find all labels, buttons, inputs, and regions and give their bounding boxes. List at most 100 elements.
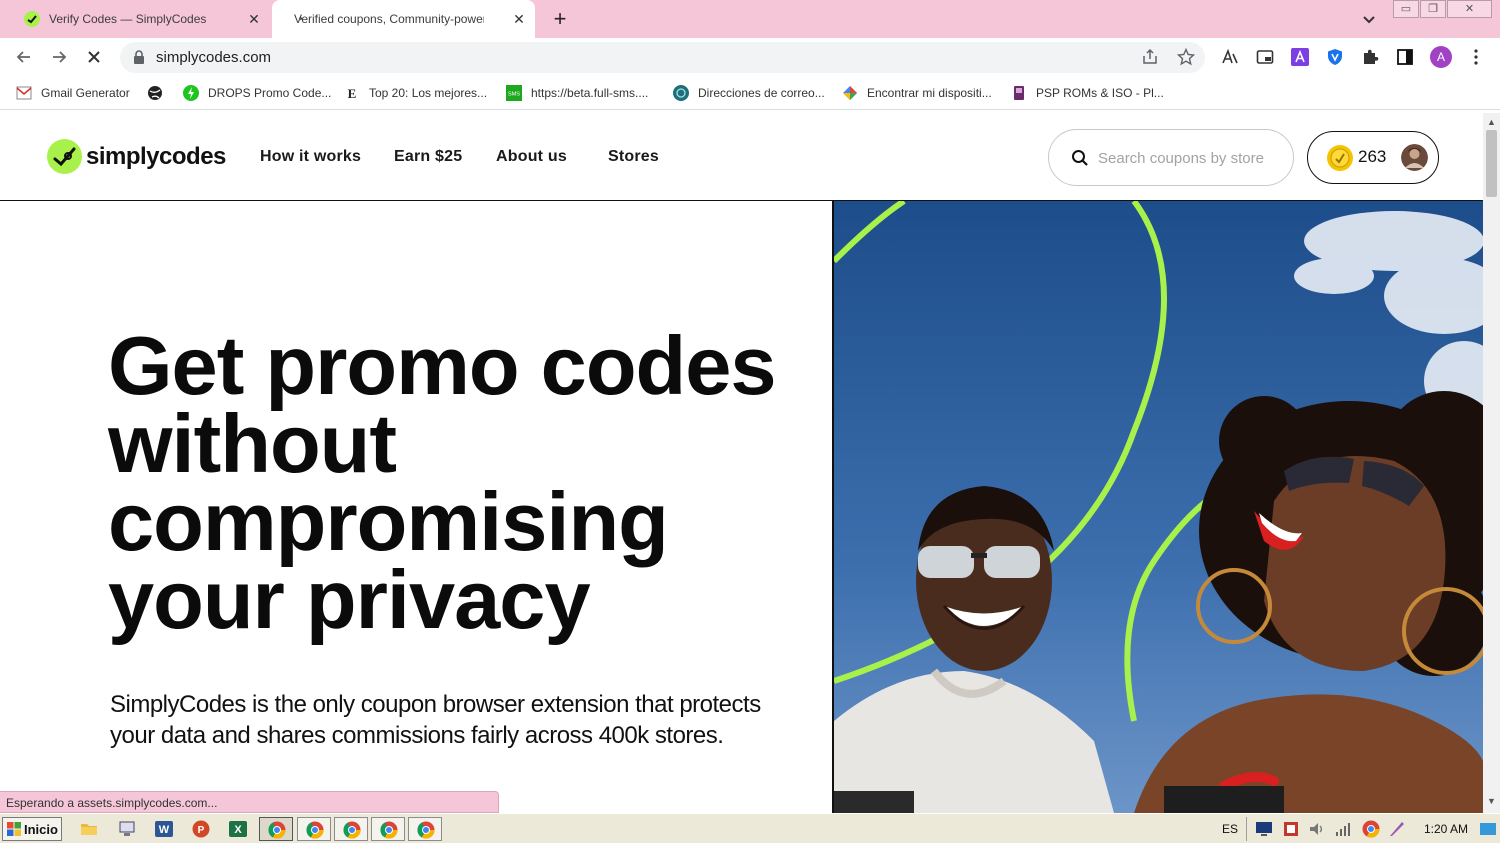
- bookmark-label: Direcciones de correo...: [698, 86, 825, 100]
- tab-verify-codes[interactable]: Verify Codes — SimplyCodes ✕: [14, 0, 270, 38]
- extensions-puzzle-icon[interactable]: [1361, 48, 1379, 66]
- forward-arrow-icon[interactable]: [49, 47, 69, 67]
- bookmark-gmail-generator[interactable]: Gmail Generator: [16, 84, 130, 102]
- svg-text:E: E: [348, 86, 357, 101]
- nav-stores[interactable]: Stores: [608, 148, 659, 166]
- url-text[interactable]: simplycodes.com: [156, 49, 271, 66]
- clock[interactable]: 1:20 AM: [1424, 822, 1468, 836]
- simplycodes-favicon: [24, 11, 40, 27]
- excel-icon[interactable]: X: [229, 820, 247, 838]
- nav-earn-25[interactable]: Earn $25: [394, 148, 462, 166]
- taskbar-chrome-window-3[interactable]: [334, 817, 368, 841]
- scroll-up-arrow-icon[interactable]: ▲: [1487, 117, 1496, 127]
- tab-close-icon[interactable]: ✕: [511, 11, 527, 27]
- hero-photo: [834, 201, 1483, 813]
- picture-in-picture-icon[interactable]: [1256, 48, 1274, 66]
- nav-about-us[interactable]: About us: [496, 148, 567, 166]
- more-menu-icon[interactable]: [1467, 48, 1485, 66]
- find-device-icon: [843, 86, 857, 100]
- site-header: simplycodes How it works Earn $25 About …: [0, 113, 1483, 201]
- psp-icon: [1014, 86, 1024, 100]
- start-label: Inicio: [24, 821, 58, 837]
- powerpoint-icon[interactable]: P: [192, 820, 210, 838]
- taskbar-chrome-window-1[interactable]: [259, 817, 293, 841]
- chevron-down-icon[interactable]: [1359, 9, 1379, 29]
- pen-tray-icon[interactable]: [1388, 820, 1406, 838]
- browser-toolbar: simplycodes.com A: [0, 38, 1500, 76]
- chrome-tray-icon[interactable]: [1362, 820, 1380, 838]
- profile-avatar[interactable]: A: [1430, 46, 1452, 68]
- scroll-thumb[interactable]: [1486, 130, 1497, 197]
- taskbar-chrome-window-2[interactable]: [297, 817, 331, 841]
- volume-icon[interactable]: [1308, 820, 1326, 838]
- bookmark-find-device[interactable]: Encontrar mi dispositi...: [842, 84, 992, 102]
- bookmark-globe[interactable]: [147, 84, 172, 102]
- points-account-button[interactable]: 263: [1307, 131, 1439, 184]
- bookmark-top-20[interactable]: E Top 20: Los mejores...: [344, 84, 487, 102]
- chrome-icon: [343, 821, 361, 839]
- bookmark-full-sms[interactable]: SMS https://beta.full-sms....: [506, 84, 648, 102]
- points-count: 263: [1358, 147, 1387, 166]
- user-avatar: [1401, 144, 1428, 171]
- show-desktop-icon[interactable]: [1479, 820, 1497, 838]
- svg-text:W: W: [159, 824, 170, 836]
- windows-taskbar: Inicio W P X ES 1:20 AM: [0, 813, 1500, 843]
- bookmark-label: DROPS Promo Code...: [208, 86, 332, 100]
- taskbar-chrome-window-5[interactable]: [408, 817, 442, 841]
- simplycodes-logo[interactable]: simplycodes: [47, 139, 226, 174]
- chrome-icon: [268, 821, 286, 839]
- svg-text:A: A: [1437, 50, 1445, 64]
- signal-bars-icon[interactable]: [1334, 820, 1352, 838]
- loading-dot-icon: [299, 17, 302, 20]
- file-explorer-icon[interactable]: [80, 820, 98, 838]
- computer-icon[interactable]: [118, 820, 136, 838]
- bookmark-star-icon[interactable]: [1177, 48, 1195, 66]
- bookmark-direcciones[interactable]: Direcciones de correo...: [673, 84, 825, 102]
- stop-loading-icon[interactable]: [84, 47, 104, 67]
- bookmark-label: Top 20: Los mejores...: [369, 86, 488, 100]
- scroll-down-arrow-icon[interactable]: ▼: [1487, 796, 1496, 806]
- bookmark-label: Gmail Generator: [41, 86, 130, 100]
- close-window-button[interactable]: ✕: [1447, 0, 1492, 18]
- share-icon[interactable]: [1141, 48, 1159, 66]
- tab-close-icon[interactable]: ✕: [246, 11, 262, 27]
- new-tab-button[interactable]: +: [548, 7, 572, 31]
- translate-extension-icon[interactable]: [1291, 48, 1309, 66]
- shield-icon[interactable]: [1326, 48, 1344, 66]
- lock-icon[interactable]: [133, 50, 145, 64]
- bookmark-label: Encontrar mi dispositi...: [867, 86, 992, 100]
- page-scrollbar[interactable]: ▲ ▼: [1483, 113, 1500, 813]
- address-bar[interactable]: simplycodes.com: [120, 42, 1205, 73]
- nav-how-it-works[interactable]: How it works: [260, 148, 361, 166]
- start-button[interactable]: Inicio: [2, 817, 62, 841]
- hero-subheadline: SimplyCodes is the only coupon browser e…: [110, 691, 761, 749]
- sms-icon: SMS: [506, 85, 522, 101]
- restore-button[interactable]: ❐: [1420, 0, 1446, 18]
- e-letter-icon: E: [348, 86, 357, 101]
- tab-verified-coupons[interactable]: Verified coupons, Community-powered ✕: [272, 0, 535, 38]
- bookmark-psp-roms[interactable]: PSP ROMs & ISO - Pl...: [1011, 84, 1164, 102]
- back-arrow-icon[interactable]: [14, 47, 34, 67]
- tab-title: Verify Codes — SimplyCodes: [49, 12, 207, 26]
- drops-icon: [183, 85, 199, 101]
- bookmark-label: https://beta.full-sms....: [531, 86, 649, 100]
- minimize-button[interactable]: ▭: [1393, 0, 1419, 18]
- hero-headline: Get promo codes without compromising you…: [108, 319, 777, 646]
- security-tray-icon[interactable]: [1282, 820, 1300, 838]
- read-aloud-icon[interactable]: [1221, 48, 1239, 66]
- chrome-icon: [380, 821, 398, 839]
- gmail-generator-icon: [16, 86, 32, 100]
- svg-text:X: X: [234, 824, 242, 836]
- hero-text-section: Get promo codes without compromising you…: [0, 201, 832, 813]
- side-panel-icon[interactable]: [1396, 48, 1414, 66]
- taskbar-chrome-window-4[interactable]: [371, 817, 405, 841]
- word-icon[interactable]: W: [155, 820, 173, 838]
- windows-logo-icon: [7, 822, 21, 836]
- language-indicator[interactable]: ES: [1222, 822, 1238, 836]
- store-search[interactable]: [1048, 129, 1294, 186]
- network-monitor-icon[interactable]: [1255, 820, 1273, 838]
- bookmark-drops[interactable]: DROPS Promo Code...: [183, 84, 331, 102]
- loading-status-bubble: Esperando a assets.simplycodes.com...: [0, 791, 499, 813]
- simplycodes-logo-icon: [47, 139, 82, 174]
- search-input[interactable]: [1098, 148, 1283, 168]
